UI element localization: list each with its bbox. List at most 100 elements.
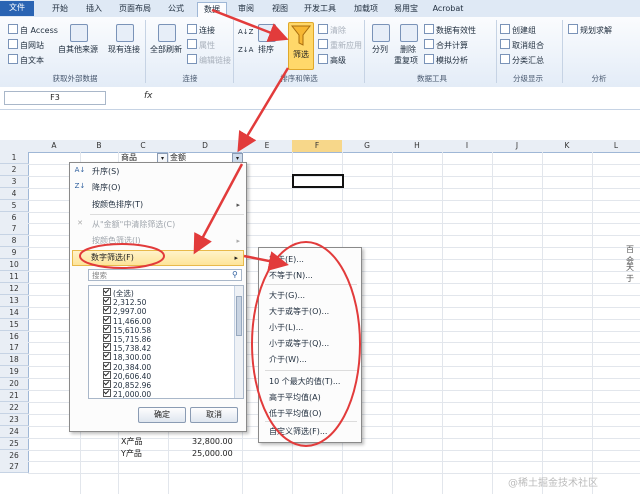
menu-sort-descending[interactable]: 降序(O) bbox=[92, 181, 121, 194]
connections-button[interactable]: 连接 bbox=[187, 24, 215, 37]
row-header[interactable]: 3 bbox=[0, 175, 29, 188]
cell-c25[interactable]: X产品 bbox=[121, 436, 142, 447]
filter-list-item[interactable]: 2,997.00 bbox=[103, 306, 146, 316]
checkbox-checked-icon[interactable] bbox=[103, 297, 111, 306]
submenu-item[interactable]: 小于(L)... bbox=[269, 322, 303, 334]
text-to-columns-button[interactable]: 分列 bbox=[372, 44, 388, 56]
submenu-item[interactable]: 小于或等于(Q)... bbox=[269, 338, 329, 350]
sort-az-icon[interactable]: A↓Z bbox=[238, 26, 253, 38]
column-header[interactable]: E bbox=[242, 140, 293, 153]
row-header[interactable]: 20 bbox=[0, 378, 29, 391]
what-if-button[interactable]: 模拟分析 bbox=[424, 54, 468, 67]
row-header[interactable]: 10 bbox=[0, 259, 29, 272]
checkbox-checked-icon[interactable] bbox=[103, 288, 111, 296]
filter-list-item[interactable]: 2,312.50 bbox=[103, 297, 146, 307]
row-header[interactable]: 15 bbox=[0, 318, 29, 331]
filter-list-item[interactable]: (全选) bbox=[103, 288, 134, 298]
row-header[interactable]: 6 bbox=[0, 211, 29, 224]
advanced-button[interactable]: 高级 bbox=[318, 54, 346, 67]
row-header[interactable]: 13 bbox=[0, 294, 29, 307]
submenu-item[interactable]: 高于平均值(A) bbox=[269, 392, 321, 404]
filter-list-item[interactable]: 20,384.00 bbox=[103, 361, 151, 372]
tab-page-layout[interactable]: 页面布局 bbox=[114, 2, 156, 16]
group-button[interactable]: 创建组 bbox=[500, 24, 536, 37]
tab-review[interactable]: 审阅 bbox=[232, 2, 260, 16]
row-header[interactable]: 18 bbox=[0, 354, 29, 367]
checkbox-checked-icon[interactable] bbox=[103, 361, 111, 370]
checkbox-checked-icon[interactable] bbox=[103, 343, 111, 352]
other-sources-button[interactable]: 自其他来源 bbox=[58, 44, 98, 56]
from-web-button[interactable]: 自网站 bbox=[8, 39, 44, 52]
scrollbar-thumb[interactable] bbox=[236, 296, 242, 336]
refresh-all-button[interactable]: 全部刷新 bbox=[150, 44, 182, 56]
row-header[interactable]: 23 bbox=[0, 413, 29, 426]
checkbox-checked-icon[interactable] bbox=[103, 370, 111, 379]
filter-list-item[interactable]: 20,606.40 bbox=[103, 370, 151, 381]
list-scrollbar[interactable] bbox=[234, 286, 243, 398]
tab-file[interactable]: 文件 bbox=[0, 1, 34, 16]
row-header[interactable]: 22 bbox=[0, 401, 29, 414]
row-header[interactable]: 27 bbox=[0, 461, 29, 474]
submenu-item[interactable]: 介于(W)... bbox=[269, 354, 307, 366]
checkbox-checked-icon[interactable] bbox=[103, 334, 111, 342]
submenu-item[interactable]: 大于(G)... bbox=[269, 290, 305, 302]
column-header[interactable]: G bbox=[342, 140, 393, 153]
selected-cell-f3[interactable] bbox=[292, 174, 344, 188]
submenu-item[interactable]: 低于平均值(O) bbox=[269, 408, 322, 420]
row-header[interactable]: 2 bbox=[0, 163, 29, 176]
submenu-item[interactable]: 等于(E)... bbox=[269, 254, 304, 266]
row-header[interactable]: 8 bbox=[0, 235, 29, 248]
tab-data[interactable]: 数据 bbox=[197, 2, 227, 17]
row-header[interactable]: 7 bbox=[0, 223, 29, 236]
checkbox-checked-icon[interactable] bbox=[103, 306, 111, 315]
row-header[interactable]: 12 bbox=[0, 282, 29, 295]
row-header[interactable]: 25 bbox=[0, 437, 29, 450]
menu-clear-filter[interactable]: 从"金额"中清除筛选(C) bbox=[92, 218, 175, 231]
filter-search-input[interactable]: 搜索 bbox=[88, 269, 242, 281]
filter-button[interactable]: 筛选 bbox=[288, 22, 314, 70]
sort-button[interactable]: 排序 bbox=[258, 44, 274, 56]
existing-connections-button[interactable]: 现有连接 bbox=[108, 44, 140, 56]
cell-c26[interactable]: Y产品 bbox=[121, 448, 142, 459]
row-header[interactable]: 11 bbox=[0, 271, 29, 283]
row-header[interactable]: 17 bbox=[0, 342, 29, 355]
ok-button[interactable]: 确定 bbox=[138, 407, 186, 423]
filter-list-item[interactable]: 20,852.96 bbox=[103, 380, 151, 390]
checkbox-checked-icon[interactable] bbox=[103, 352, 111, 361]
column-header[interactable]: L bbox=[592, 140, 640, 153]
checkbox-checked-icon[interactable] bbox=[103, 389, 111, 398]
tab-home[interactable]: 开始 bbox=[46, 2, 74, 16]
filter-list-item[interactable]: 15,715.86 bbox=[103, 334, 151, 344]
sort-za-icon[interactable]: Z↓A bbox=[238, 44, 253, 56]
column-header[interactable]: I bbox=[442, 140, 493, 153]
tab-insert[interactable]: 插入 bbox=[80, 2, 108, 16]
column-header[interactable]: K bbox=[542, 140, 593, 153]
row-header[interactable]: 5 bbox=[0, 199, 29, 212]
cell-d25[interactable]: 32,800.00 bbox=[192, 436, 233, 447]
menu-sort-by-color[interactable]: 按颜色排序(T) bbox=[92, 198, 143, 211]
properties-button[interactable]: 属性 bbox=[187, 39, 215, 52]
from-text-button[interactable]: 自文本 bbox=[8, 54, 44, 67]
tab-view[interactable]: 视图 bbox=[266, 2, 294, 16]
row-header[interactable]: 4 bbox=[0, 187, 29, 200]
row-header[interactable]: 26 bbox=[0, 449, 29, 462]
filter-list-item[interactable]: 21,000.00 bbox=[103, 389, 151, 398]
checkbox-checked-icon[interactable] bbox=[103, 324, 111, 333]
ungroup-button[interactable]: 取消组合 bbox=[500, 39, 544, 52]
submenu-item[interactable]: 大于或等于(O)... bbox=[269, 306, 329, 318]
submenu-item[interactable]: 10 个最大的值(T)... bbox=[269, 376, 340, 388]
filter-list-item[interactable]: 11,466.00 bbox=[103, 315, 151, 326]
subtotal-button[interactable]: 分类汇总 bbox=[500, 54, 544, 67]
column-header[interactable]: H bbox=[392, 140, 443, 153]
tab-acrobat[interactable]: Acrobat bbox=[428, 2, 468, 16]
solver-button[interactable]: 规划求解 bbox=[568, 24, 612, 37]
row-header[interactable]: 9 bbox=[0, 247, 29, 260]
filter-list-item[interactable]: 15,738.42 bbox=[103, 343, 151, 353]
column-header[interactable]: F bbox=[292, 140, 343, 153]
menu-number-filters[interactable]: 数字筛选(F) ▸ bbox=[72, 250, 244, 266]
clear-button[interactable]: 清除 bbox=[318, 24, 346, 37]
menu-filter-by-color[interactable]: 按颜色筛选(I) bbox=[92, 234, 141, 247]
tab-formulas[interactable]: 公式 bbox=[162, 2, 190, 16]
row-header[interactable]: 21 bbox=[0, 390, 29, 402]
row-header[interactable]: 19 bbox=[0, 366, 29, 379]
